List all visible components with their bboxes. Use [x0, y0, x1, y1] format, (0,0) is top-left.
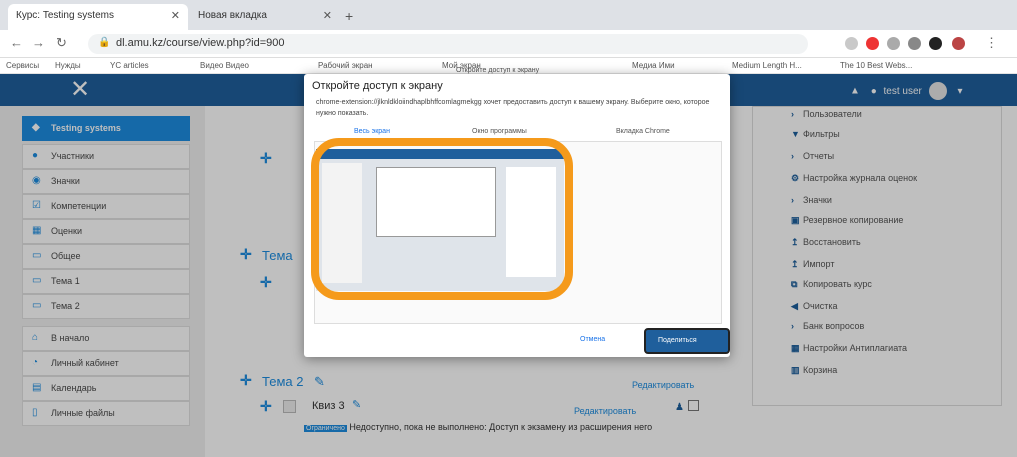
url-text: dl.amu.kz/course/view.php?id=900 [116, 37, 285, 49]
bookmark[interactable]: Видео Видео [200, 61, 249, 70]
menu-icon[interactable]: ⋮ [985, 35, 998, 51]
bookmark[interactable]: Нужды [55, 61, 81, 70]
forward-icon[interactable]: → [32, 35, 45, 50]
browser-tab-strip: Курс: Testing systems ✕ Новая вкладка ✕ … [0, 0, 1017, 30]
back-icon[interactable]: ← [10, 35, 23, 50]
share-button[interactable]: Поделиться [644, 328, 730, 354]
dialog-title: Откройте доступ к экрану [312, 80, 443, 92]
extension-icon[interactable] [908, 37, 921, 50]
browser-tab-new[interactable]: Новая вкладка ✕ [190, 4, 340, 30]
tab-application-window[interactable]: Окно программы [472, 128, 527, 135]
address-bar[interactable]: 🔒 dl.amu.kz/course/view.php?id=900 [88, 34, 808, 54]
extension-icon[interactable] [887, 37, 900, 50]
bookmark[interactable]: Medium Length H... [732, 61, 802, 70]
bookmark[interactable]: Медиа Ими [632, 61, 675, 70]
share-tooltip: Откройте доступ к экрану [456, 67, 540, 74]
extension-icon[interactable] [929, 37, 942, 50]
bookmark[interactable]: Рабочий экран [318, 61, 373, 70]
share-button-label: Поделиться [658, 337, 697, 344]
bookmark[interactable]: YC articles [110, 61, 149, 70]
bookmark[interactable]: Сервисы [6, 61, 39, 70]
reload-icon[interactable]: ↻ [56, 35, 67, 51]
dialog-description: chrome-extension://jlknldkloiindhaplbhff… [316, 99, 710, 117]
profile-avatar[interactable] [952, 37, 965, 50]
bookmarks-bar: Сервисы Нужды YC articles Видео Видео Ра… [0, 58, 1017, 74]
tab-title: Новая вкладка [198, 10, 267, 21]
close-tab-icon[interactable]: ✕ [171, 9, 180, 22]
highlight-annotation [311, 138, 573, 300]
new-tab-icon[interactable]: + [345, 8, 353, 24]
bookmark[interactable]: The 10 Best Webs... [840, 61, 912, 70]
browser-tab-course[interactable]: Курс: Testing systems ✕ [8, 4, 188, 30]
tab-title: Курс: Testing systems [16, 10, 114, 21]
browser-toolbar: ← → ↻ 🔒 dl.amu.kz/course/view.php?id=900… [0, 30, 1017, 58]
cancel-button[interactable]: Отмена [580, 336, 605, 343]
extension-icon[interactable] [866, 37, 879, 50]
tab-chrome-tab[interactable]: Вкладка Chrome [616, 128, 670, 135]
extension-icon[interactable] [845, 37, 858, 50]
close-tab-icon[interactable]: ✕ [323, 9, 332, 22]
tab-entire-screen[interactable]: Весь экран [354, 128, 390, 135]
lock-icon: 🔒 [98, 37, 111, 48]
